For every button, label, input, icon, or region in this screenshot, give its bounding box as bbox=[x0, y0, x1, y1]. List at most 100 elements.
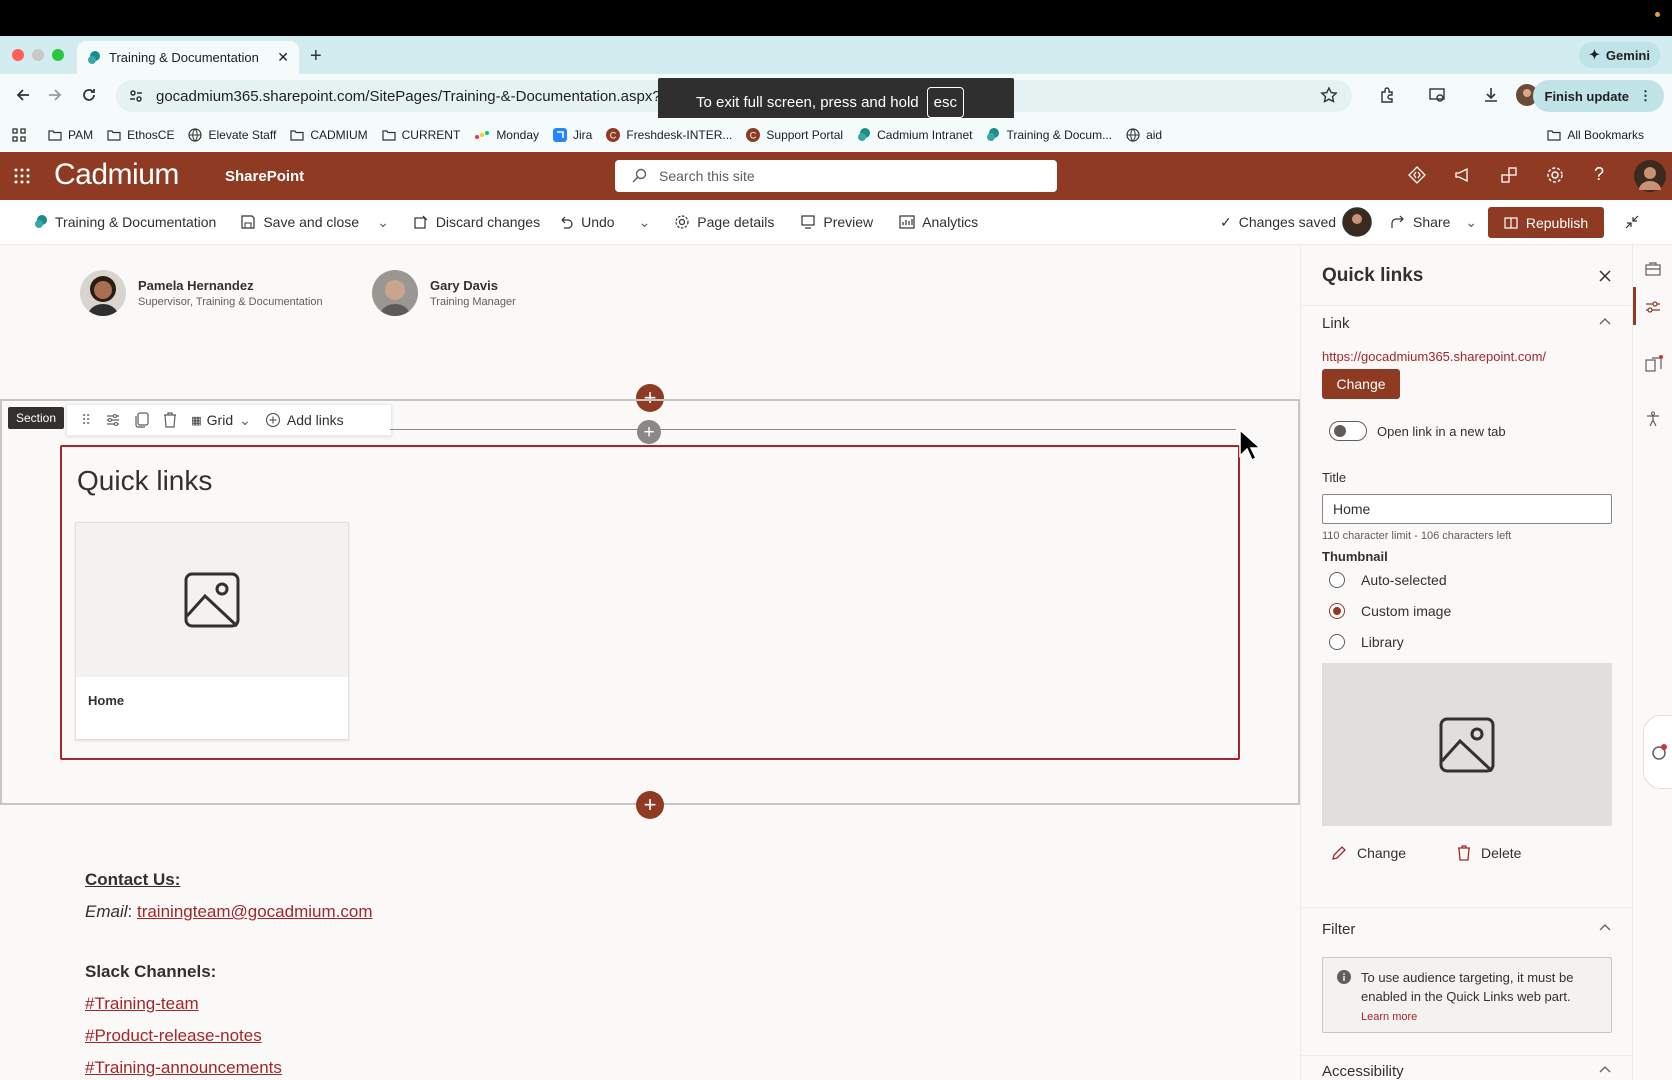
add-webpart-button[interactable]: + bbox=[637, 420, 661, 444]
link-section-header[interactable]: Link bbox=[1322, 315, 1350, 332]
undo-options-chevron-icon[interactable]: ⌄ bbox=[639, 214, 651, 231]
jira-icon bbox=[553, 128, 568, 142]
new-tab-button[interactable]: + bbox=[310, 45, 322, 68]
share-network-icon[interactable] bbox=[1500, 166, 1518, 184]
email-link[interactable]: trainingteam@gocadmium.com bbox=[137, 902, 373, 921]
copilot-tab[interactable] bbox=[1643, 715, 1672, 789]
reload-icon[interactable] bbox=[80, 86, 98, 104]
site-info-icon[interactable] bbox=[128, 88, 144, 104]
app-launcher-icon[interactable] bbox=[14, 168, 30, 184]
quicklinks-title[interactable]: Quick links bbox=[77, 465, 212, 497]
save-and-close-button[interactable]: Save and close bbox=[240, 214, 359, 230]
person-avatar bbox=[80, 270, 126, 316]
extensions-icon[interactable] bbox=[1378, 86, 1396, 104]
add-links-button[interactable]: Add links bbox=[265, 412, 344, 428]
bookmark-item[interactable]: Jira bbox=[553, 128, 592, 142]
chevron-up-icon[interactable] bbox=[1598, 1063, 1612, 1077]
chevron-up-icon[interactable] bbox=[1598, 921, 1612, 935]
undo-button[interactable]: Undo bbox=[558, 214, 615, 230]
gemini-button[interactable]: ✦ Gemini bbox=[1579, 42, 1660, 68]
pane-divider bbox=[1301, 1055, 1632, 1056]
open-new-tab-toggle[interactable] bbox=[1329, 421, 1367, 441]
bookmark-item[interactable]: CADMIUM bbox=[290, 128, 368, 142]
browser-tab[interactable]: Training & Documentation ✕ bbox=[77, 41, 299, 74]
page-name[interactable]: Training & Documentation bbox=[34, 214, 216, 230]
settings-gear-icon[interactable] bbox=[1546, 166, 1564, 184]
collapse-icon[interactable] bbox=[1624, 214, 1640, 230]
download-icon[interactable] bbox=[1482, 86, 1500, 104]
design-ideas-icon[interactable] bbox=[1645, 355, 1663, 373]
learn-more-link[interactable]: Learn more bbox=[1361, 1011, 1417, 1023]
radio-auto-selected[interactable]: Auto-selected bbox=[1329, 572, 1447, 588]
code-diamond-icon[interactable] bbox=[1408, 166, 1426, 184]
title-input[interactable] bbox=[1322, 494, 1612, 524]
change-link-button[interactable]: Change bbox=[1322, 369, 1400, 399]
toolbox-icon[interactable] bbox=[1645, 261, 1661, 277]
slack-channel-link[interactable]: #Product-release-notes bbox=[85, 1026, 262, 1045]
link-url[interactable]: https://gocadmium365.sharepoint.com/ bbox=[1322, 349, 1546, 364]
cast-icon[interactable] bbox=[1428, 86, 1446, 104]
accessibility-person-icon[interactable] bbox=[1645, 411, 1661, 427]
drag-handle-icon[interactable]: ⠿ bbox=[81, 412, 91, 429]
finish-update-button[interactable]: Finish update ⋮ bbox=[1532, 80, 1664, 112]
bookmark-item[interactable]: C Support Portal bbox=[746, 128, 843, 142]
properties-sliders-icon[interactable] bbox=[1645, 299, 1661, 315]
bookmark-item[interactable]: PAM bbox=[48, 128, 93, 142]
bookmark-item[interactable]: Monday bbox=[474, 128, 539, 142]
radio-library[interactable]: Library bbox=[1329, 634, 1404, 650]
close-window-button[interactable] bbox=[12, 49, 24, 61]
apps-grid-icon[interactable] bbox=[12, 128, 26, 142]
preview-button[interactable]: Preview bbox=[800, 214, 873, 230]
share-button[interactable]: Share ⌄ bbox=[1390, 214, 1477, 231]
close-tab-icon[interactable]: ✕ bbox=[277, 49, 289, 66]
analytics-button[interactable]: Analytics bbox=[899, 214, 978, 230]
save-options-chevron-icon[interactable]: ⌄ bbox=[377, 214, 389, 231]
sharepoint-title[interactable]: SharePoint bbox=[225, 168, 304, 185]
maximize-window-button[interactable] bbox=[52, 49, 64, 61]
close-pane-icon[interactable] bbox=[1598, 269, 1612, 283]
bookmark-item[interactable]: Cadmium Intranet bbox=[857, 128, 972, 142]
title-label: Title bbox=[1322, 470, 1347, 485]
chevron-up-icon[interactable] bbox=[1598, 315, 1612, 329]
page-details-button[interactable]: Page details bbox=[674, 214, 774, 230]
all-bookmarks[interactable]: All Bookmarks bbox=[1547, 128, 1644, 142]
filter-section-header[interactable]: Filter bbox=[1322, 921, 1355, 938]
person-card-2[interactable]: Gary Davis Training Manager bbox=[372, 270, 516, 316]
thumbnail-change-button[interactable]: Change bbox=[1331, 845, 1406, 861]
editor-avatar[interactable] bbox=[1342, 207, 1372, 237]
layout-grid-dropdown[interactable]: ▦ Grid ⌄ bbox=[191, 412, 251, 429]
add-section-button-bottom[interactable]: + bbox=[636, 791, 664, 819]
bookmark-label: Elevate Staff bbox=[208, 128, 277, 142]
radio-custom-image[interactable]: Custom image bbox=[1329, 603, 1451, 619]
forward-arrow-icon[interactable] bbox=[46, 86, 64, 104]
slack-channel-link[interactable]: #Training-announcements bbox=[85, 1058, 282, 1077]
chevron-down-icon: ⌄ bbox=[1465, 213, 1478, 230]
bookmark-item[interactable]: aid bbox=[1126, 128, 1162, 142]
search-input[interactable]: Search this site bbox=[615, 160, 1057, 192]
bookmark-item[interactable]: EthosCE bbox=[107, 128, 174, 142]
duplicate-icon[interactable] bbox=[135, 412, 149, 428]
user-avatar[interactable] bbox=[1634, 160, 1666, 192]
bookmark-star-icon[interactable] bbox=[1320, 86, 1338, 104]
help-icon[interactable]: ? bbox=[1594, 164, 1604, 185]
tab-title: Training & Documentation bbox=[109, 50, 259, 65]
section-tag[interactable]: Section bbox=[8, 407, 65, 429]
cadmium-logo[interactable]: Cadmium bbox=[54, 158, 179, 192]
quicklink-card[interactable]: Home bbox=[75, 522, 349, 740]
back-arrow-icon[interactable] bbox=[14, 86, 32, 104]
delete-icon[interactable] bbox=[163, 412, 177, 428]
bookmark-item[interactable]: Training & Docum... bbox=[986, 128, 1112, 142]
person-card-1[interactable]: Pamela Hernandez Supervisor, Training & D… bbox=[80, 270, 323, 316]
slack-channel-link[interactable]: #Training-team bbox=[85, 994, 199, 1013]
webpart-toolbar: ⠿ ▦ Grid ⌄ Add links bbox=[66, 404, 392, 436]
thumbnail-delete-button[interactable]: Delete bbox=[1457, 845, 1521, 861]
bookmark-item[interactable]: Elevate Staff bbox=[188, 128, 276, 142]
bookmark-item[interactable]: CURRENT bbox=[382, 128, 460, 142]
discard-changes-button[interactable]: Discard changes bbox=[413, 214, 540, 230]
accessibility-section-header[interactable]: Accessibility bbox=[1322, 1063, 1404, 1080]
megaphone-icon[interactable] bbox=[1454, 166, 1472, 184]
republish-button[interactable]: Republish bbox=[1488, 207, 1604, 238]
edit-properties-icon[interactable] bbox=[105, 412, 121, 428]
minimize-window-button[interactable] bbox=[32, 49, 44, 61]
bookmark-item[interactable]: C Freshdesk-INTER... bbox=[606, 128, 732, 142]
